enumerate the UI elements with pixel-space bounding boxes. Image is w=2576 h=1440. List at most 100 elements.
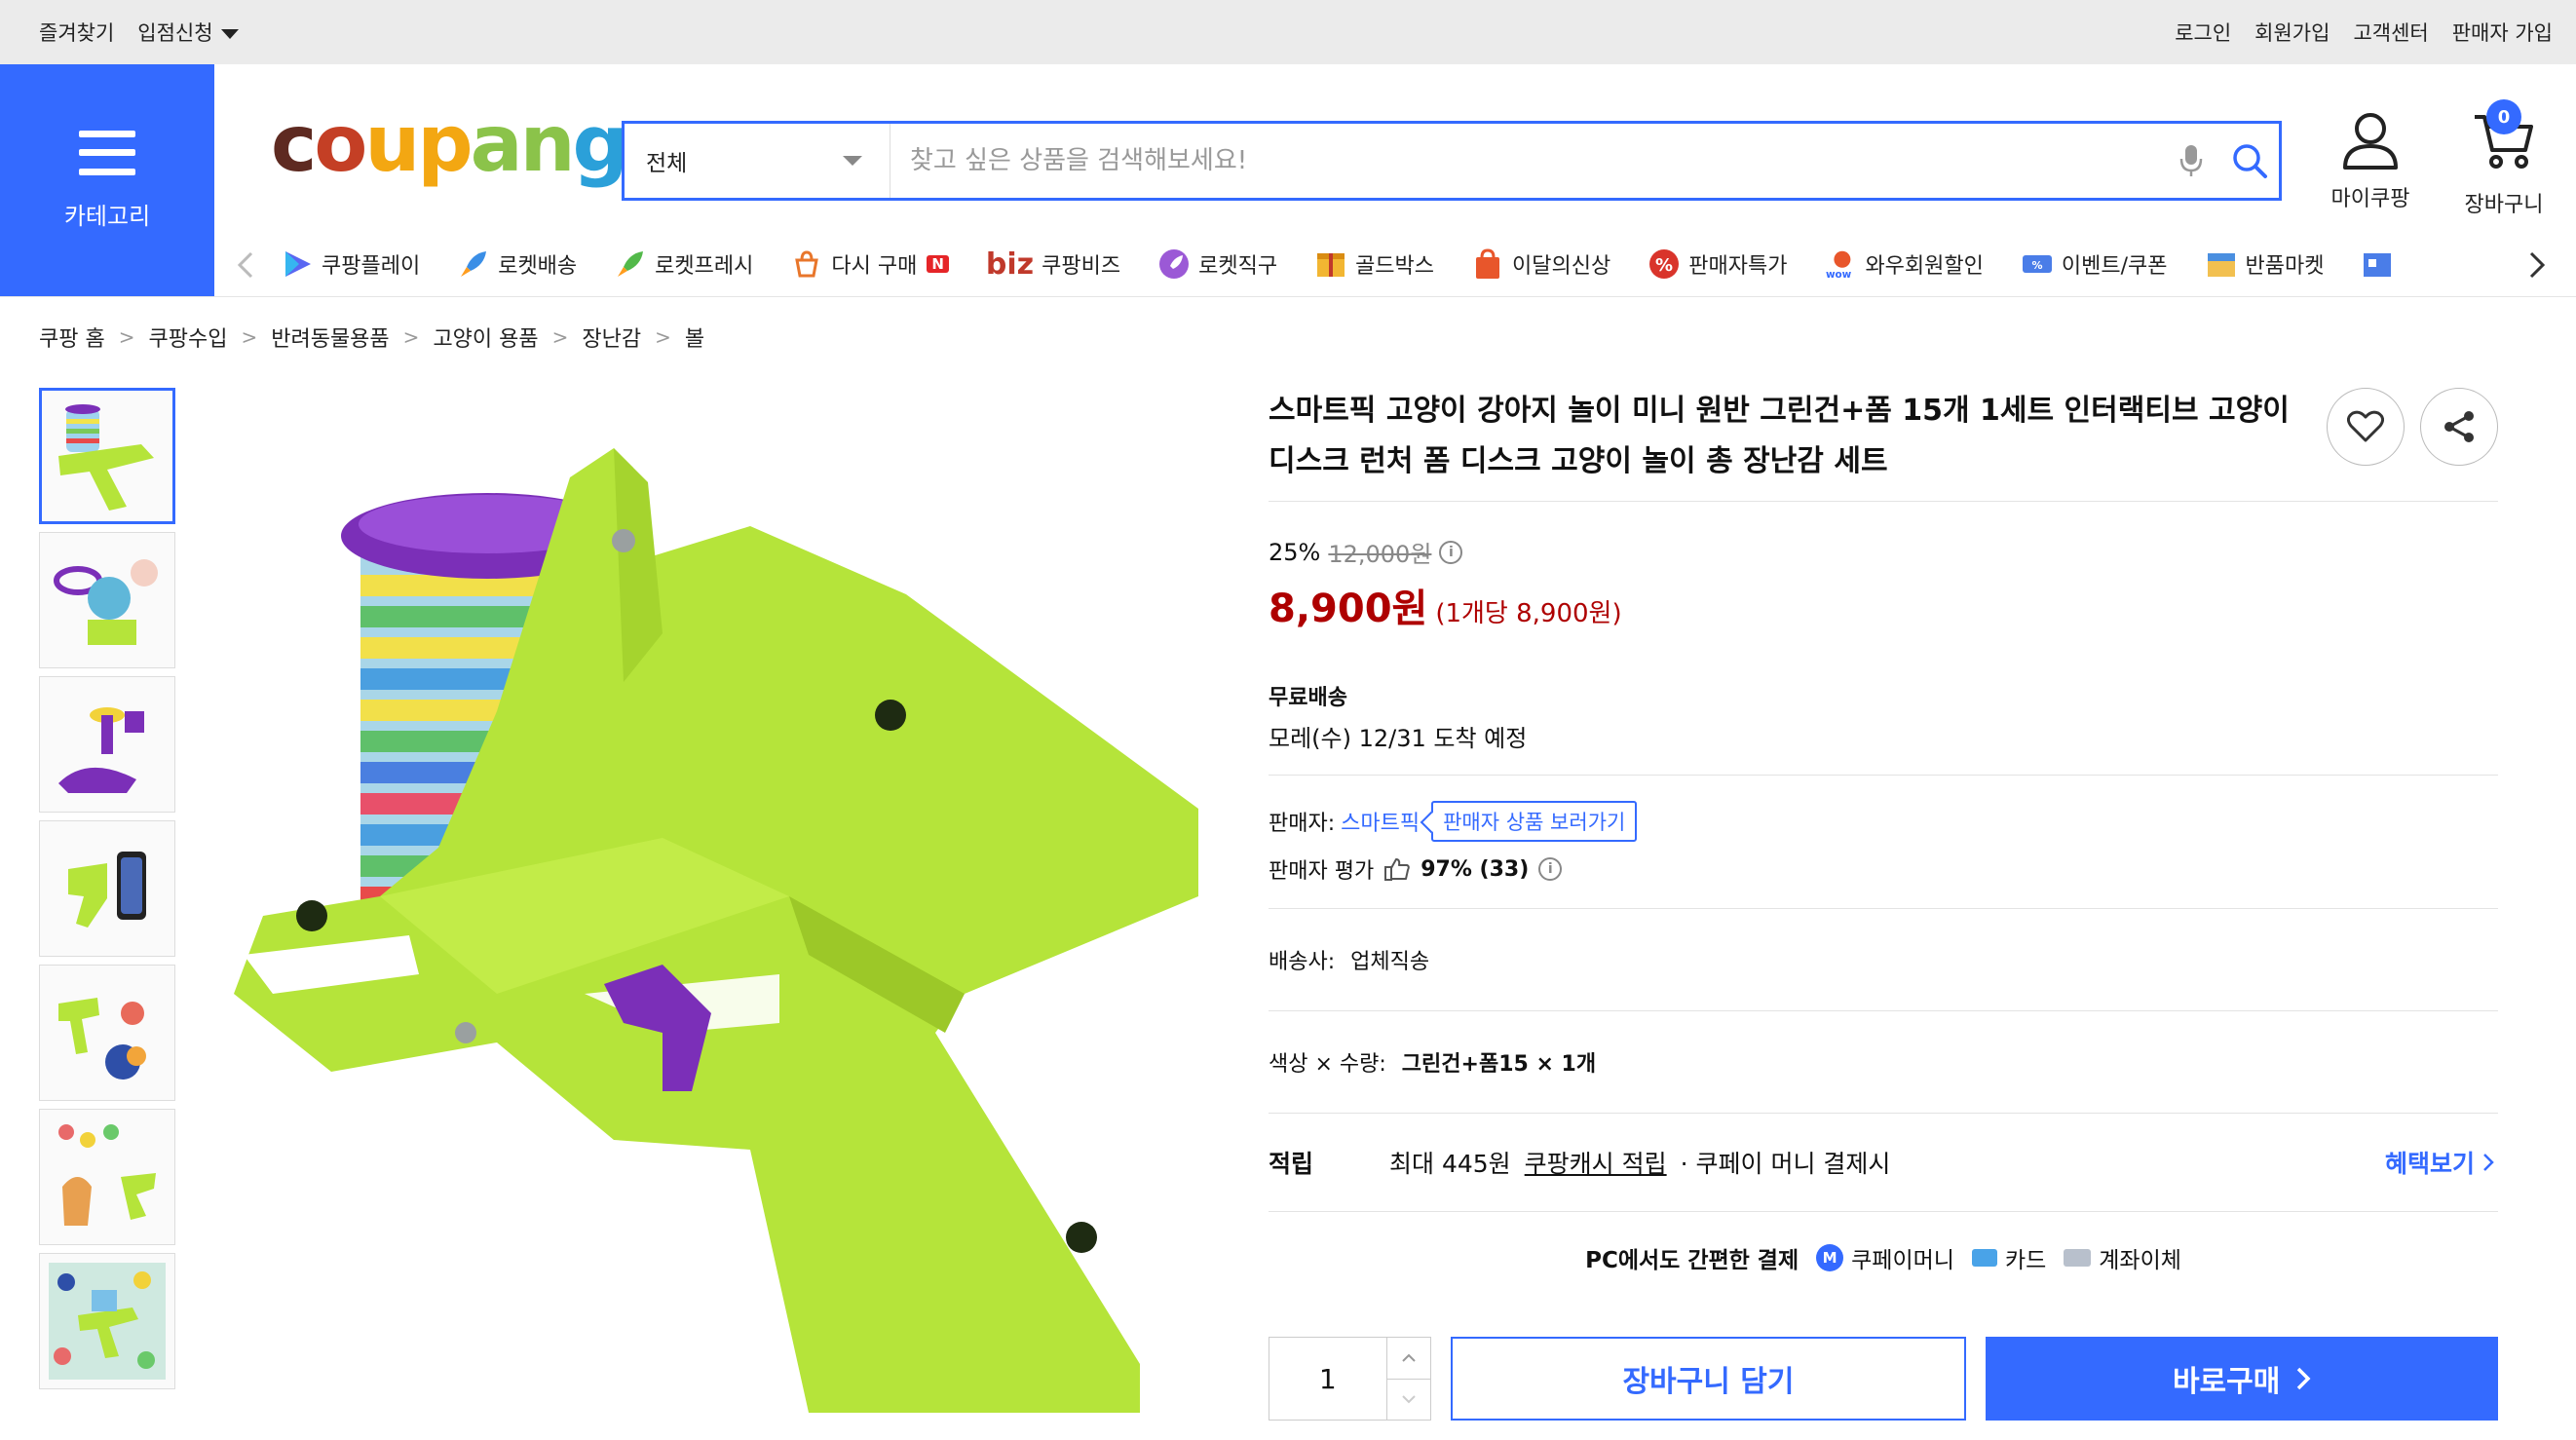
benefit-link[interactable]: 혜택보기 [2385,1145,2494,1180]
breadcrumb-item[interactable]: 장난감 [582,322,641,353]
chevron-up-icon [1401,1353,1416,1362]
pay-method-label: 카드 [2004,1248,2047,1273]
partner-apply-label: 입점신청 [137,21,213,45]
search-icon[interactable] [2220,132,2279,190]
breadcrumb-item[interactable]: 쿠팡 홈 [39,322,105,353]
product-title: 스마트픽 고양이 강아지 놀이 미니 원반 그린건+폼 15개 1세트 인터랙티… [1269,394,2290,478]
quantity-decrease-button[interactable] [1387,1380,1430,1421]
nav-item-label: 와우회원할인 [1865,254,1984,279]
nav-item-goldbox[interactable]: 골드박스 [1314,247,1434,281]
sale-price: 8,900원 [1269,587,1428,631]
nav-item-label: 쿠팡비즈 [1042,254,1121,279]
bank-transfer-icon [2064,1249,2092,1267]
cart-count-badge: 0 [2486,99,2521,134]
divider [1269,1211,2498,1212]
coupang-logo[interactable]: coupang [271,105,628,183]
nav-item-wow-discount[interactable]: wow 와우회원할인 [1824,247,1984,281]
rocket-icon [457,247,490,281]
thumbnail-image [58,404,154,511]
pay-coupay-money: M 쿠페이머니 [1816,1241,1954,1274]
svg-text:%: % [1655,255,1673,276]
pay-method-label: 쿠페이머니 [1851,1248,1954,1273]
breadcrumb-item[interactable]: 반려동물용품 [271,322,389,353]
purchase-actions: 1 장바구니 담기 바로구매 [1269,1337,2498,1421]
pay-card: 카드 [1971,1241,2047,1274]
quantity-increase-button[interactable] [1386,1338,1430,1380]
quantity-stepper: 1 [1269,1337,1431,1421]
thumbnail-item[interactable] [39,1253,175,1389]
nav-item-coupang-biz[interactable]: biz 쿠팡비즈 [986,247,1120,282]
thumbnail-image [58,707,144,793]
nav-item-events-coupons[interactable]: % 이벤트/쿠폰 [2021,247,2168,281]
share-button[interactable] [2420,388,2498,466]
reward-row: 적립 최대 445원 쿠팡캐시 적립 · 쿠페이 머니 결제시 혜택보기 [1269,1145,2498,1180]
partner-apply-link[interactable]: 입점신청 [137,18,239,47]
thumbnail-item[interactable] [39,965,175,1101]
seller-signup-link[interactable]: 판매자 가입 [2452,18,2553,47]
nav-item-label: 이벤트/쿠폰 [2061,254,2168,279]
microphone-icon[interactable] [2162,132,2220,190]
reward-label: 적립 [1269,1150,1314,1178]
quantity-input[interactable]: 1 [1269,1338,1387,1420]
add-to-cart-button[interactable]: 장바구니 담기 [1450,1337,1967,1421]
thumbnail-item[interactable] [39,532,175,668]
info-icon[interactable]: i [1538,857,1563,881]
wishlist-button[interactable] [2327,388,2405,466]
thumbnail-image [58,998,146,1080]
divider [1269,908,2498,909]
chevron-right-icon: > [118,325,135,349]
my-coupang-button[interactable]: 마이쿠팡 [2307,111,2434,212]
thumbnail-item[interactable] [39,820,175,957]
thumbnail-list [39,388,175,1397]
nav-item-coupang-play[interactable]: 쿠팡플레이 [281,247,420,281]
thumbnail-item[interactable] [39,1109,175,1245]
chevron-right-icon: > [241,325,258,349]
nav-item-return-market[interactable]: 반품마켓 [2205,247,2324,281]
seller-name-link[interactable]: 스마트픽 [1341,806,1420,837]
buy-now-button[interactable]: 바로구매 [1986,1337,2498,1421]
seller-rating-label: 판매자 평가 [1269,859,1375,884]
unit-price: (1개당 8,900원) [1435,599,1622,628]
seller-products-button[interactable]: 판매자 상품 보러가기 [1431,801,1638,842]
nav-prev-arrow[interactable] [226,246,265,284]
login-link[interactable]: 로그인 [2175,18,2231,47]
nav-item-overflow[interactable] [2361,247,2394,281]
customer-center-link[interactable]: 고객센터 [2353,18,2428,47]
nav-item-label: 이달의신상 [1512,254,1611,279]
search-category-select[interactable]: 전체 [625,124,890,198]
rocket-fresh-icon [614,247,647,281]
cart-button[interactable]: 0 장바구니 [2441,99,2567,218]
breadcrumb-item[interactable]: 볼 [685,322,704,353]
main-product-image[interactable] [205,390,1228,1440]
category-menu-button[interactable]: 카테고리 [0,64,214,296]
svg-text:%: % [2031,259,2042,272]
thumbnail-image [68,852,146,928]
search-input[interactable] [890,124,2162,198]
nav-item-seller-deals[interactable]: % 판매자특가 [1648,247,1787,281]
nav-item-rebuy[interactable]: 다시 구매 N [790,247,949,281]
thumbnail-item[interactable] [39,676,175,813]
my-coupang-label: 마이쿠팡 [2330,187,2410,211]
heart-icon [2347,410,2384,442]
store-icon [2361,247,2394,281]
thumbnail-item[interactable] [39,388,175,524]
caret-down-icon [220,29,239,39]
nav-item-label: 로켓직구 [1198,254,1278,279]
new-bag-icon [1471,247,1504,281]
nav-item-rocket-global[interactable]: 로켓직구 [1157,247,1277,281]
info-icon[interactable]: i [1439,540,1463,564]
search-bar: 전체 [622,121,2282,201]
bookmark-link[interactable]: 즐겨찾기 [39,18,114,47]
thumbs-up-icon [1384,858,1410,881]
coupay-money-icon: M [1816,1244,1844,1271]
nav-next-arrow[interactable] [2518,246,2557,284]
nav-item-rocket-delivery[interactable]: 로켓배송 [457,247,577,281]
coupang-cash-link[interactable]: 쿠팡캐시 적립 [1525,1145,1667,1180]
nav-item-rocket-fresh[interactable]: 로켓프레시 [614,247,753,281]
breadcrumb-item[interactable]: 쿠팡수입 [148,322,227,353]
nav-item-new-arrivals[interactable]: 이달의신상 [1471,247,1610,281]
breadcrumb-item[interactable]: 고양이 용품 [433,322,538,353]
signup-link[interactable]: 회원가입 [2254,18,2330,47]
delivery-company-label: 배송사: [1269,950,1336,974]
seller-label: 판매자: [1269,812,1336,836]
